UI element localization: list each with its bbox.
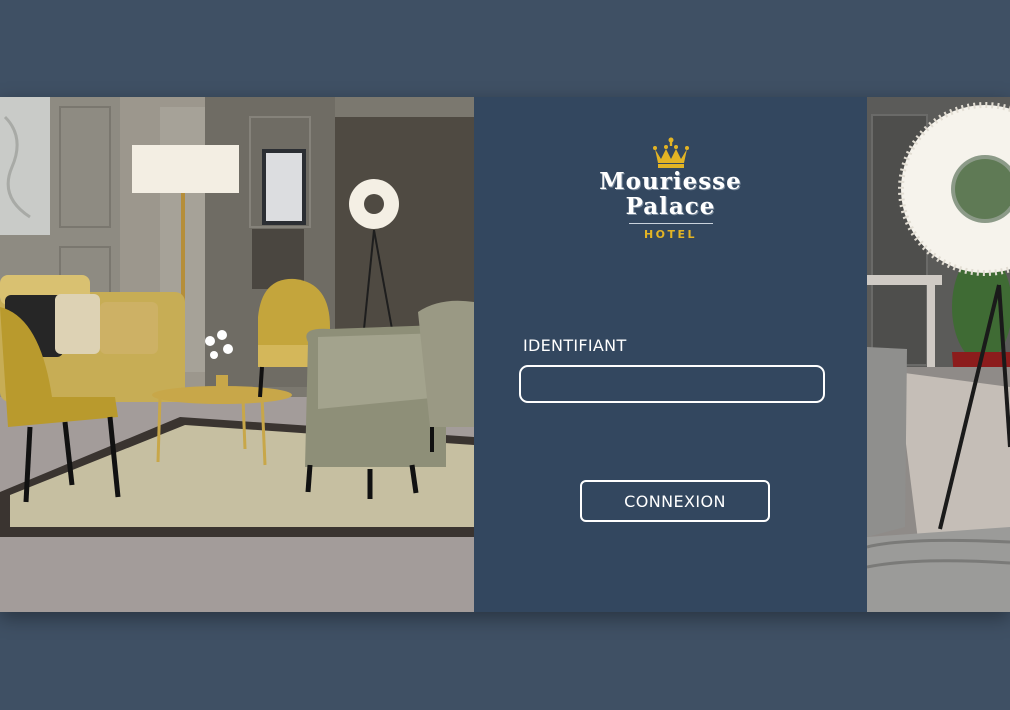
logo-divider	[628, 223, 713, 224]
login-panel: Mouriesse Palace HOTEL IDENTIFIANT CONNE…	[474, 97, 867, 612]
hotel-name-line1: Mouriesse	[599, 168, 742, 195]
hotel-logo: Mouriesse Palace HOTEL	[474, 137, 867, 241]
lounge-photo-illustration	[0, 97, 474, 612]
lounge-photo	[0, 97, 474, 612]
connexion-button[interactable]: CONNEXION	[580, 480, 770, 522]
login-screen: Mouriesse Palace HOTEL IDENTIFIANT CONNE…	[0, 97, 1010, 612]
hotel-name-line2: Palace	[625, 193, 716, 220]
ring-lamp-photo	[867, 97, 1010, 612]
identifier-label: IDENTIFIANT	[523, 336, 627, 355]
ring-lamp-photo-illustration	[867, 97, 1010, 612]
hotel-subtitle: HOTEL	[643, 228, 698, 241]
crown-icon	[652, 137, 689, 168]
identifier-input[interactable]	[519, 365, 825, 403]
